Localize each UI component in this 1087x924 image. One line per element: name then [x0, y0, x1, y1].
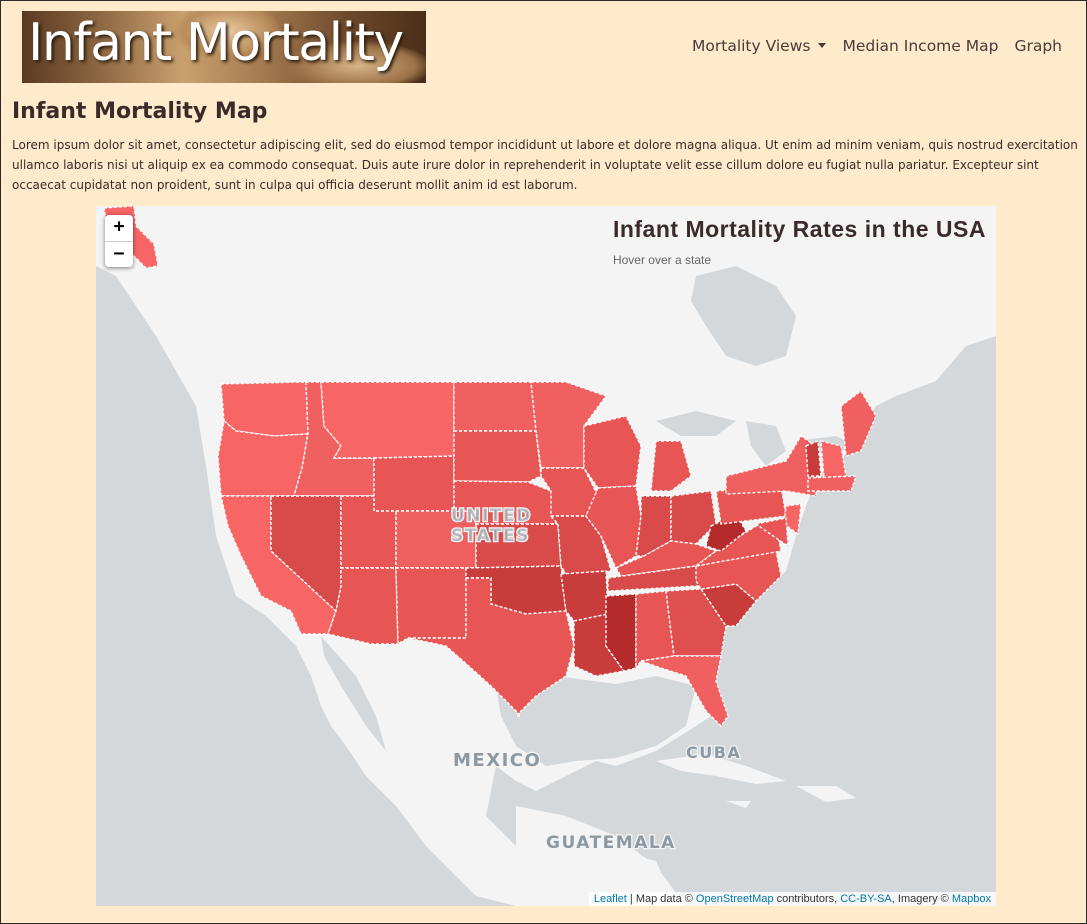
state-north-dakota[interactable]: [453, 381, 537, 432]
label-mexico: MEXICO: [453, 750, 541, 771]
map-attribution: Leaflet | Map data © OpenStreetMap contr…: [588, 892, 996, 906]
state-massachusetts[interactable]: [807, 475, 857, 492]
state-new-mexico[interactable]: [395, 567, 467, 646]
info-hint: Hover over a state: [612, 253, 711, 267]
attribution-sep: | Map data ©: [626, 893, 696, 905]
info-title: Infant Mortality Rates in the USA: [612, 216, 986, 242]
license-link[interactable]: CC-BY-SA: [840, 893, 892, 905]
state-montana[interactable]: [320, 381, 455, 459]
map-canvas[interactable]: UNITED STATES MEXICO CUBA GUATEMALA: [96, 206, 996, 906]
state-arkansas[interactable]: [560, 570, 609, 622]
zoom-in-button[interactable]: +: [105, 215, 133, 241]
chevron-down-icon: [818, 43, 827, 48]
state-washington[interactable]: [220, 381, 309, 437]
land-jamaica: [726, 801, 751, 808]
attribution-imagery: , Imagery ©: [891, 893, 952, 905]
attribution-contrib: contributors,: [773, 893, 841, 905]
zoom-out-button[interactable]: −: [105, 241, 133, 267]
map-container[interactable]: UNITED STATES MEXICO CUBA GUATEMALA + − I…: [96, 206, 996, 906]
state-south-dakota[interactable]: [453, 430, 542, 483]
brand-logo[interactable]: Infant Mortality: [22, 11, 426, 83]
nav-mortality-views-label: Mortality Views: [692, 37, 811, 55]
nav-links: Mortality Views Median Income Map Graph: [676, 37, 1062, 55]
nav-median-income-map[interactable]: Median Income Map: [842, 37, 998, 55]
page-title: Infant Mortality Map: [12, 99, 268, 124]
label-united-states: UNITED STATES: [451, 506, 532, 546]
brand-text: Infant Mortality: [28, 13, 404, 73]
state-wyoming[interactable]: [373, 455, 455, 512]
label-guatemala: GUATEMALA: [546, 833, 676, 853]
label-cuba: CUBA: [686, 743, 741, 762]
zoom-control: + −: [105, 215, 133, 267]
info-panel: Infant Mortality Rates in the USA Hover …: [613, 216, 986, 267]
mapbox-link[interactable]: Mapbox: [952, 893, 991, 905]
navbar: Infant Mortality Mortality Views Median …: [1, 1, 1087, 93]
osm-link[interactable]: OpenStreetMap: [696, 893, 774, 905]
leaflet-link[interactable]: Leaflet: [594, 893, 627, 905]
intro-paragraph: Lorem ipsum dolor sit amet, consectetur …: [12, 138, 1078, 192]
nav-mortality-views-dropdown[interactable]: Mortality Views: [692, 37, 827, 55]
land-hispaniola: [796, 786, 856, 802]
nav-graph[interactable]: Graph: [1014, 37, 1062, 55]
